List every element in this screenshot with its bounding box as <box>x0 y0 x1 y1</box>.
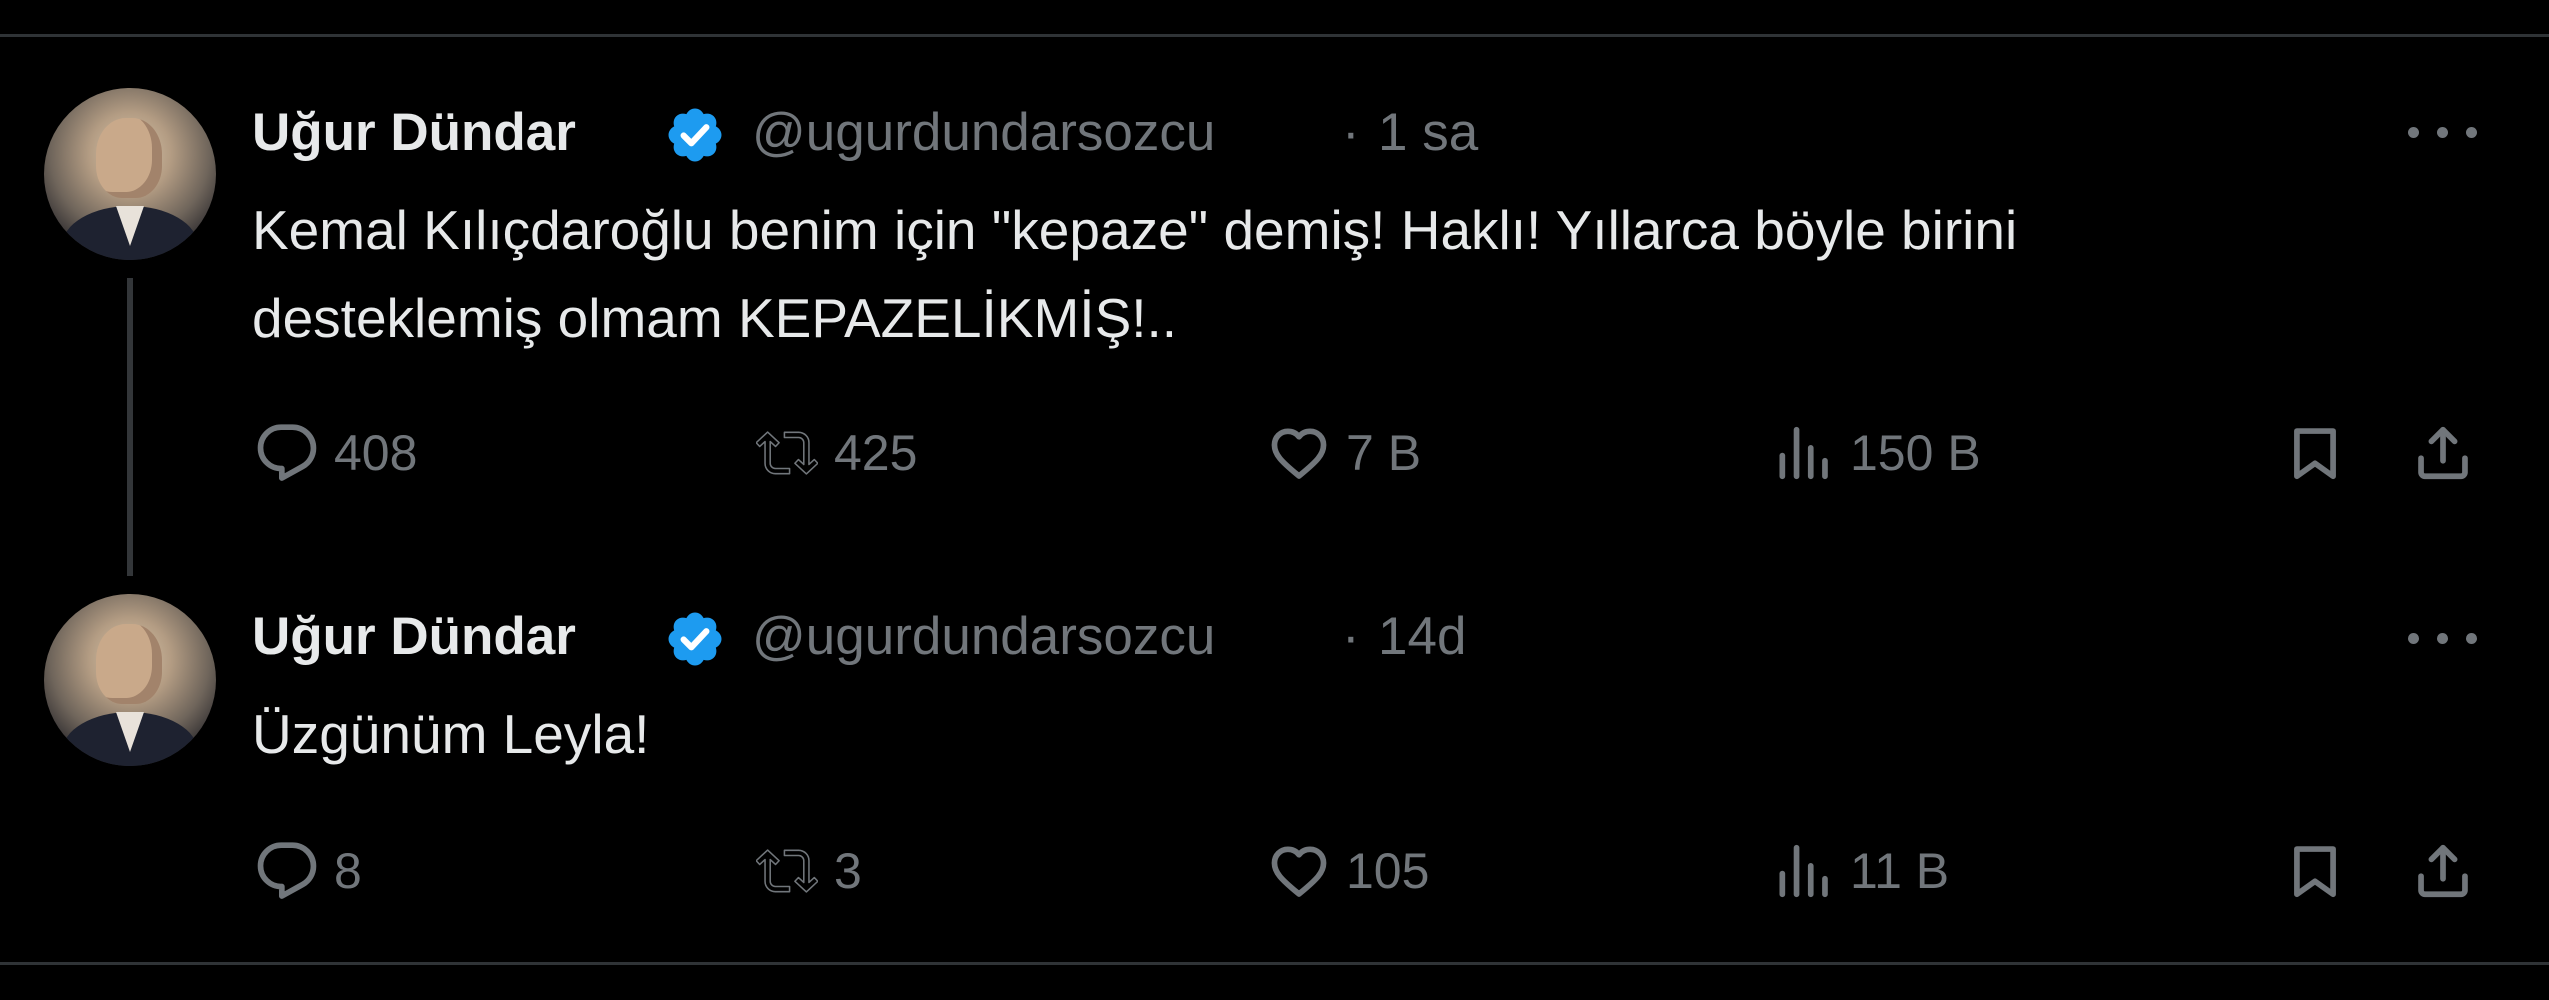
retweet-icon <box>756 849 818 893</box>
more-options-icon[interactable] <box>2408 127 2478 147</box>
views-chart-icon <box>1779 426 1828 480</box>
thread-connector-line <box>127 278 133 576</box>
reply-button[interactable]: 408 <box>256 418 417 488</box>
tweet-text-line: Üzgünüm Leyla! <box>252 703 650 765</box>
tweet-time[interactable]: 14d <box>1378 606 1466 667</box>
more-options-icon[interactable] <box>2408 633 2478 653</box>
avatar[interactable] <box>44 594 216 766</box>
author-handle[interactable]: @ugurdundarsozcu <box>752 102 1215 163</box>
bookmark-icon[interactable] <box>2284 422 2346 484</box>
avatar-face <box>96 118 162 198</box>
like-button[interactable]: 105 <box>1268 836 1429 906</box>
heart-icon <box>1271 428 1327 479</box>
views-count: 150 B <box>1850 425 1981 481</box>
tweet-thread-frame <box>0 34 2549 965</box>
author-handle[interactable]: @ugurdundarsozcu <box>752 606 1215 667</box>
tweet-time[interactable]: 1 sa <box>1378 102 1478 163</box>
views-button[interactable]: 11 B <box>1772 836 1949 906</box>
reply-count: 8 <box>334 843 362 899</box>
avatar[interactable] <box>44 88 216 260</box>
retweet-button[interactable]: 3 <box>756 836 862 906</box>
reply-button[interactable]: 8 <box>256 836 362 906</box>
reply-count: 408 <box>334 425 418 481</box>
like-count: 7 B <box>1346 425 1422 481</box>
retweet-icon <box>756 431 818 475</box>
avatar-face <box>96 624 162 704</box>
retweet-button[interactable]: 425 <box>756 418 917 488</box>
meta-separator: · <box>1342 607 1360 666</box>
views-count: 11 B <box>1850 843 1950 899</box>
tweet-text-line: Kemal Kılıçdaroğlu benim için "kepaze" d… <box>252 199 2018 261</box>
views-button[interactable]: 150 B <box>1772 418 1981 488</box>
reply-icon <box>257 842 317 899</box>
bookmark-icon[interactable] <box>2284 840 2346 902</box>
heart-icon <box>1271 846 1327 897</box>
author-name[interactable]: Uğur Dündar <box>252 606 576 667</box>
views-chart-icon <box>1779 844 1828 898</box>
share-icon[interactable] <box>2412 422 2474 484</box>
verified-badge-icon <box>668 108 722 162</box>
tweet-text: Kemal Kılıçdaroğlu benim için "kepaze" d… <box>252 186 2017 362</box>
tweet-text-line: desteklemiş olmam KEPAZELİKMİŞ!.. <box>252 287 1178 349</box>
reply-icon <box>257 424 317 481</box>
verified-badge-icon <box>668 612 722 666</box>
like-button[interactable]: 7 B <box>1268 418 1421 488</box>
like-count: 105 <box>1346 843 1430 899</box>
author-name[interactable]: Uğur Dündar <box>252 102 576 163</box>
meta-separator: · <box>1342 103 1360 162</box>
retweet-count: 425 <box>834 425 918 481</box>
tweet-text: Üzgünüm Leyla! <box>252 690 649 778</box>
share-icon[interactable] <box>2412 840 2474 902</box>
retweet-count: 3 <box>834 843 862 899</box>
